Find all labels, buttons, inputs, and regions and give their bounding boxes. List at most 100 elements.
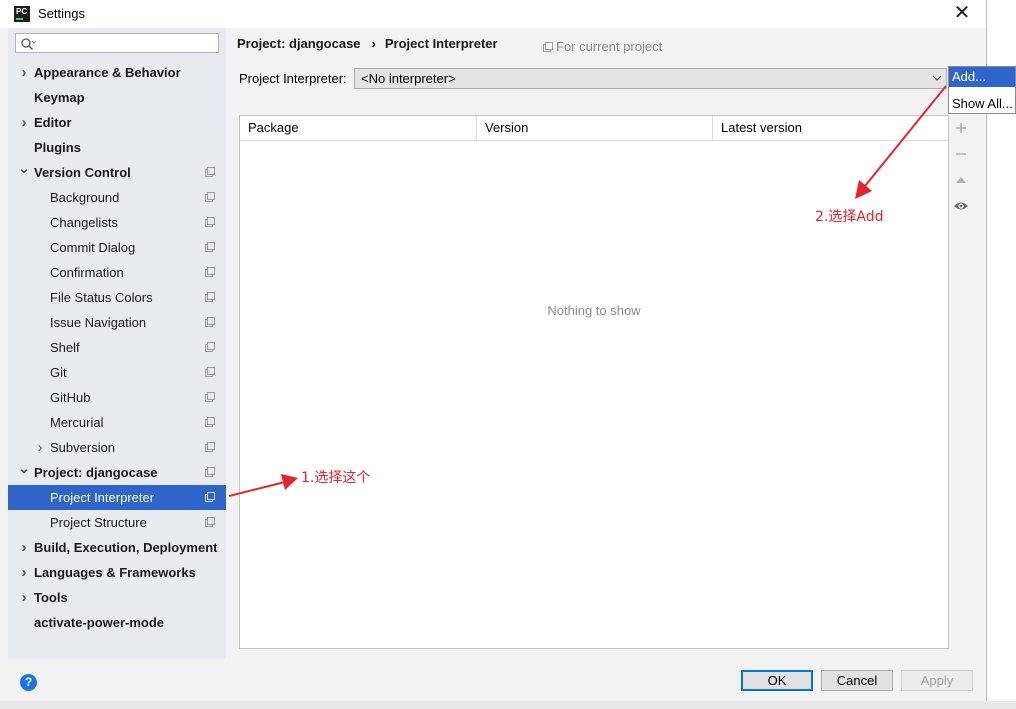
close-icon[interactable]: ✕	[948, 2, 976, 26]
window-title: Settings	[38, 6, 85, 21]
sidebar-item[interactable]: Plugins	[8, 135, 226, 160]
chevron-right-icon[interactable]: ›	[18, 535, 30, 560]
sidebar-item[interactable]: › Build, Execution, Deployment	[8, 535, 226, 560]
chevron-right-icon[interactable]: ›	[18, 560, 30, 585]
sidebar-item[interactable]: Changelists	[8, 210, 226, 235]
package-toolbar	[949, 115, 973, 649]
sidebar-item-label: Keymap	[34, 90, 85, 105]
help-icon[interactable]: ?	[20, 674, 37, 691]
apply-button[interactable]: Apply	[901, 670, 973, 691]
column-version[interactable]: Version	[476, 116, 712, 140]
project-scope-icon	[205, 317, 215, 327]
sidebar-item[interactable]: Mercurial	[8, 410, 226, 435]
breadcrumb: Project: djangocase › Project Interpreter	[237, 36, 498, 51]
sidebar-item[interactable]: Confirmation	[8, 260, 226, 285]
remove-icon[interactable]	[953, 146, 969, 162]
sidebar-item[interactable]: › Editor	[8, 110, 226, 135]
sidebar-item[interactable]: Issue Navigation	[8, 310, 226, 335]
interpreter-menu: Add... Show All...	[948, 66, 1016, 114]
search-icon	[21, 38, 36, 50]
empty-state-text: Nothing to show	[547, 303, 641, 318]
for-current-project-text: For current project	[556, 39, 663, 54]
chevron-right-icon[interactable]: ›	[18, 585, 30, 610]
sidebar-item[interactable]: ⌄ Project: djangocase	[8, 460, 226, 485]
chevron-down-icon[interactable]: ⌄	[18, 160, 30, 185]
chevron-down-icon[interactable]: ⌄	[18, 460, 30, 485]
chevron-right-icon[interactable]: ›	[34, 435, 46, 460]
chevron-right-icon[interactable]: ›	[18, 110, 30, 135]
sidebar-item[interactable]: ⌄ Version Control	[8, 160, 226, 185]
sidebar-item-label: Project Structure	[50, 515, 147, 530]
project-scope-icon	[543, 42, 553, 52]
sidebar-item[interactable]: › Appearance & Behavior	[8, 60, 226, 85]
sidebar-item-label: Project Interpreter	[50, 490, 155, 505]
sidebar-item-label: Git	[50, 365, 67, 380]
settings-sidebar: › Appearance & Behavior Keymap › Editor Plugi…	[8, 28, 226, 659]
menu-item-show-all[interactable]: Show All...	[949, 94, 1015, 114]
sidebar-item[interactable]: Background	[8, 185, 226, 210]
ok-button[interactable]: OK	[741, 670, 813, 691]
sidebar-item-label: Build, Execution, Deployment	[34, 540, 218, 555]
annotation-step1: 1.选择这个	[301, 470, 371, 486]
menu-item-add[interactable]: Add...	[949, 67, 1015, 87]
interpreter-select[interactable]: <No interpreter>	[354, 68, 947, 89]
project-scope-icon	[205, 492, 215, 502]
for-current-project: For current project	[543, 39, 662, 54]
add-icon[interactable]	[953, 120, 969, 136]
cancel-button[interactable]: Cancel	[821, 670, 893, 691]
column-latest-version[interactable]: Latest version	[712, 116, 948, 140]
project-scope-icon	[205, 342, 215, 352]
eye-icon[interactable]	[953, 198, 969, 214]
project-scope-icon	[205, 517, 215, 527]
project-scope-icon	[205, 267, 215, 277]
annotation-step2: 2.选择Add	[815, 209, 884, 225]
upgrade-icon[interactable]	[953, 172, 969, 188]
breadcrumb-project: Project: djangocase	[237, 36, 361, 51]
sidebar-item-label: Commit Dialog	[50, 240, 136, 255]
title-bar: PC Settings ✕	[0, 0, 986, 28]
breadcrumb-page: Project Interpreter	[384, 36, 498, 51]
sidebar-item[interactable]: › Subversion	[8, 435, 226, 460]
sidebar-item-label: Issue Navigation	[50, 315, 147, 330]
sidebar-item-label: activate-power-mode	[34, 615, 165, 630]
sidebar-item[interactable]: Commit Dialog	[8, 235, 226, 260]
sidebar-item-label: GitHub	[50, 390, 91, 405]
project-scope-icon	[205, 467, 215, 477]
sidebar-item-label: Tools	[34, 590, 68, 605]
sidebar-item-label: Editor	[34, 115, 72, 130]
interpreter-value: <No interpreter>	[361, 71, 456, 86]
project-scope-icon	[205, 217, 215, 227]
sidebar-item[interactable]: GitHub	[8, 385, 226, 410]
project-scope-icon	[205, 392, 215, 402]
sidebar-item[interactable]: activate-power-mode	[8, 610, 226, 635]
sidebar-item[interactable]: Keymap	[8, 85, 226, 110]
sidebar-item-label: Mercurial	[50, 415, 104, 430]
sidebar-item[interactable]: Project Interpreter	[8, 485, 226, 510]
settings-dialog: PC Settings ✕ › Appearance & Behavior Keym…	[0, 0, 987, 701]
sidebar-item-label: Background	[50, 190, 120, 205]
sidebar-item-label: Version Control	[34, 165, 131, 180]
sidebar-item-label: Subversion	[50, 440, 116, 455]
column-package[interactable]: Package	[240, 116, 476, 140]
project-scope-icon	[205, 417, 215, 427]
sidebar-item[interactable]: › Languages & Frameworks	[8, 560, 226, 585]
sidebar-item[interactable]: Git	[8, 360, 226, 385]
project-scope-icon	[205, 292, 215, 302]
chevron-down-icon	[932, 75, 942, 81]
sidebar-item-label: Shelf	[50, 340, 80, 355]
sidebar-item-label: File Status Colors	[50, 290, 153, 305]
project-scope-icon	[205, 192, 215, 202]
sidebar-item[interactable]: Project Structure	[8, 510, 226, 535]
sidebar-item[interactable]: File Status Colors	[8, 285, 226, 310]
chevron-right-icon[interactable]: ›	[18, 60, 30, 85]
taskbar-edge	[0, 701, 1016, 709]
search-input[interactable]	[15, 33, 219, 53]
sidebar-item-label: Confirmation	[50, 265, 124, 280]
project-scope-icon	[205, 367, 215, 377]
breadcrumb-separator: ›	[371, 36, 376, 51]
project-scope-icon	[205, 167, 215, 177]
sidebar-item-label: Project: djangocase	[34, 465, 158, 480]
sidebar-item[interactable]: Shelf	[8, 335, 226, 360]
interpreter-label: Project Interpreter:	[239, 71, 347, 86]
sidebar-item[interactable]: › Tools	[8, 585, 226, 610]
